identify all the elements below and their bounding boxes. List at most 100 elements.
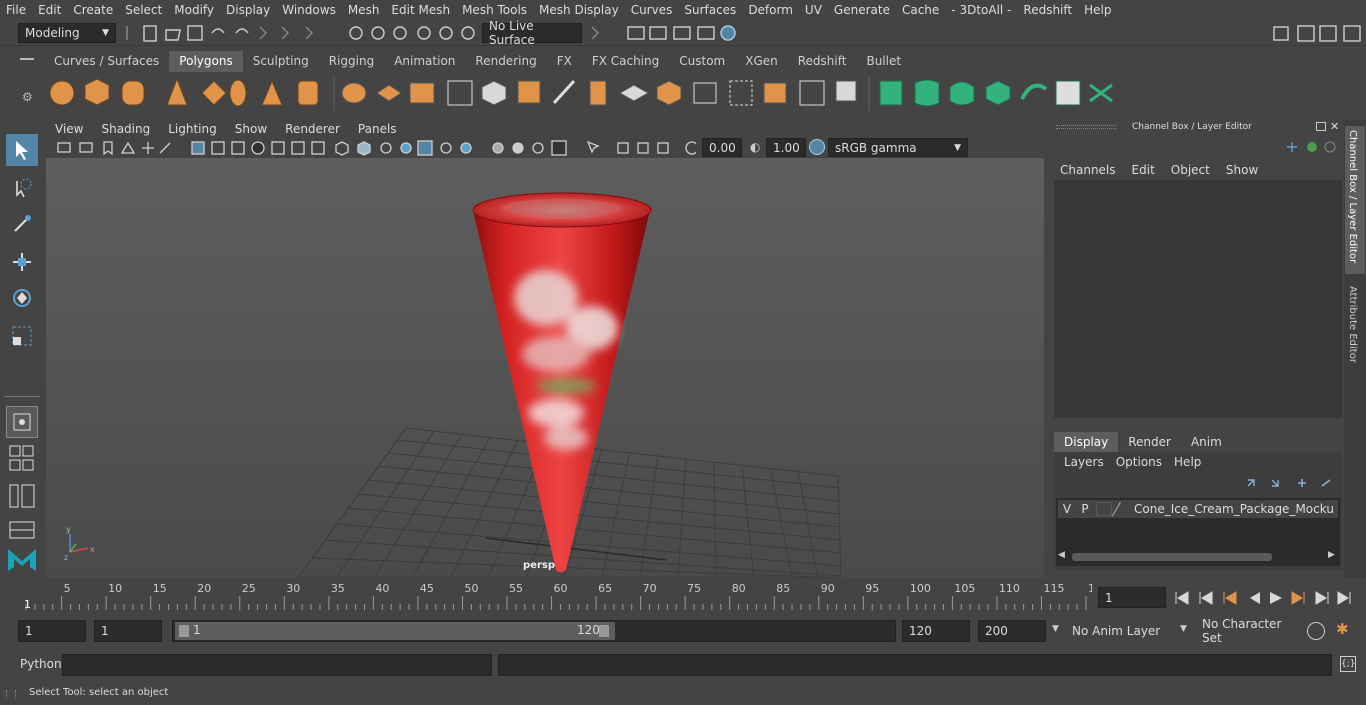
- outliner-layout-button[interactable]: [6, 480, 38, 512]
- rotate-tool-button[interactable]: [6, 282, 38, 314]
- step-back-frame-icon[interactable]: [1199, 591, 1213, 605]
- play-forwards-icon[interactable]: [1270, 592, 1282, 604]
- uv-editor-icon[interactable]: [1089, 83, 1113, 103]
- channelbox-object-menu[interactable]: Object: [1163, 163, 1218, 177]
- poly-pyramid-icon[interactable]: [261, 79, 283, 106]
- layer-display-type-toggle[interactable]: [1096, 502, 1112, 516]
- go-to-end-icon[interactable]: [1337, 591, 1351, 605]
- scroll-right-icon[interactable]: ▶: [1328, 550, 1335, 560]
- character-set-dropdown[interactable]: No Character Set: [1196, 617, 1300, 645]
- tab-rendering[interactable]: Rendering: [465, 51, 546, 72]
- close-icon[interactable]: ✕: [1330, 120, 1339, 133]
- scene-end-field[interactable]: 200: [978, 620, 1046, 642]
- poly-plane-icon[interactable]: [201, 80, 227, 106]
- tab-polygons[interactable]: Polygons: [169, 51, 243, 72]
- layer-help-menu[interactable]: Help: [1168, 455, 1207, 469]
- channelbox-content[interactable]: [1054, 180, 1342, 418]
- poly-cube-icon[interactable]: [84, 78, 110, 106]
- range-slider[interactable]: 1 120: [172, 620, 896, 642]
- tab-animation[interactable]: Animation: [384, 51, 465, 72]
- tab-display[interactable]: Display: [1054, 432, 1119, 452]
- menu-surfaces[interactable]: Surfaces: [678, 3, 742, 17]
- menu-3dtoall[interactable]: - 3DtoAll -: [945, 3, 1017, 17]
- uv-automatic-icon[interactable]: [985, 80, 1011, 106]
- menu-windows[interactable]: Windows: [276, 3, 342, 17]
- tab-sculpting[interactable]: Sculpting: [243, 51, 319, 72]
- combine-icon[interactable]: [341, 82, 367, 104]
- tab-bullet[interactable]: Bullet: [856, 51, 911, 72]
- command-language-label[interactable]: Python: [20, 657, 62, 671]
- viewport-menu-panels[interactable]: Panels: [349, 122, 406, 136]
- layer-scrollbar[interactable]: ▶ ◀: [1058, 550, 1336, 562]
- range-end-grip[interactable]: [599, 625, 609, 637]
- shelf-menu-icon[interactable]: [20, 58, 34, 60]
- viewport-menu-view[interactable]: View: [46, 122, 92, 136]
- append-polygon-icon[interactable]: [763, 82, 787, 104]
- merge-icon[interactable]: [835, 80, 857, 102]
- layer-options-menu[interactable]: Options: [1110, 455, 1168, 469]
- viewport-menu-shading[interactable]: Shading: [92, 122, 159, 136]
- menu-mesh[interactable]: Mesh: [342, 3, 386, 17]
- range-start-grip[interactable]: [179, 625, 189, 637]
- layer-scroll-thumb[interactable]: [1072, 553, 1272, 561]
- bevel-icon[interactable]: [656, 80, 682, 106]
- mode-dropdown[interactable]: Modeling ▼: [18, 23, 116, 43]
- menu-modify[interactable]: Modify: [168, 3, 220, 17]
- uv-unfold-icon[interactable]: [1020, 83, 1048, 100]
- menu-cache[interactable]: Cache: [896, 3, 945, 17]
- viewport-menu-show[interactable]: Show: [226, 122, 276, 136]
- tab-custom[interactable]: Custom: [669, 51, 735, 72]
- insert-edge-loop-icon[interactable]: [693, 82, 717, 104]
- go-to-start-icon[interactable]: [1175, 591, 1189, 605]
- shelf-settings-gear-icon[interactable]: ⚙: [22, 90, 33, 104]
- playback-start-field[interactable]: 1: [94, 620, 162, 642]
- channels-menu[interactable]: Channels: [1050, 163, 1124, 177]
- viewport-menu-lighting[interactable]: Lighting: [159, 122, 226, 136]
- menu-help[interactable]: Help: [1078, 3, 1117, 17]
- chevron-down-icon[interactable]: ▼: [1052, 624, 1059, 634]
- menu-file[interactable]: File: [0, 3, 32, 17]
- step-forward-key-icon[interactable]: [1291, 591, 1305, 605]
- menu-create[interactable]: Create: [67, 3, 119, 17]
- layer-row[interactable]: V P Cone_Ice_Cream_Package_Mockup_Stra: [1058, 500, 1338, 518]
- current-frame-marker[interactable]: 1: [24, 598, 31, 611]
- multi-cut-icon[interactable]: [552, 79, 576, 105]
- play-backwards-icon[interactable]: [1250, 592, 1260, 604]
- menu-select[interactable]: Select: [119, 3, 168, 17]
- lasso-tool-button[interactable]: [6, 172, 38, 204]
- menu-curves[interactable]: Curves: [625, 3, 679, 17]
- menu-edit[interactable]: Edit: [32, 3, 67, 17]
- smooth-icon[interactable]: [409, 82, 435, 104]
- panel-grip-icon[interactable]: [1056, 125, 1116, 129]
- uv-cylindrical-icon[interactable]: [914, 79, 940, 107]
- menu-mesh-tools[interactable]: Mesh Tools: [456, 3, 533, 17]
- animation-preferences-icon[interactable]: ✱: [1336, 620, 1349, 638]
- side-tab-channel-box[interactable]: Channel Box / Layer Editor: [1345, 126, 1365, 274]
- fill-hole-icon[interactable]: [799, 80, 825, 106]
- channelbox-show-menu[interactable]: Show: [1218, 163, 1266, 177]
- side-tab-attribute-editor[interactable]: Attribute Editor: [1345, 280, 1365, 380]
- live-surface-field[interactable]: No Live Surface: [482, 19, 582, 47]
- menu-mesh-display[interactable]: Mesh Display: [533, 3, 625, 17]
- tab-rigging[interactable]: Rigging: [319, 51, 384, 72]
- gamma-field[interactable]: 1.00: [766, 138, 806, 157]
- tab-render[interactable]: Render: [1118, 432, 1181, 452]
- uv-spherical-icon[interactable]: [949, 81, 975, 106]
- select-tool-button[interactable]: [6, 134, 38, 166]
- script-editor-icon[interactable]: {;}: [1340, 656, 1356, 672]
- step-back-key-icon[interactable]: [1223, 591, 1237, 605]
- extrude-icon[interactable]: [589, 80, 607, 106]
- range-slider-handle[interactable]: 1 120: [175, 622, 615, 640]
- layer-visibility-toggle[interactable]: V: [1058, 502, 1076, 516]
- reduce-icon[interactable]: [481, 80, 507, 106]
- exposure-field[interactable]: 0.00: [702, 138, 742, 157]
- viewport-menu-renderer[interactable]: Renderer: [276, 122, 349, 136]
- command-input[interactable]: [62, 654, 492, 676]
- current-frame-field[interactable]: 1: [1098, 587, 1166, 608]
- poly-cone-icon[interactable]: [166, 77, 188, 106]
- boolean-icon[interactable]: [447, 80, 473, 106]
- layer-name[interactable]: Cone_Ice_Cream_Package_Mockup_Stra: [1134, 502, 1334, 516]
- chevron-down-icon[interactable]: ▼: [1180, 624, 1187, 634]
- menu-deform[interactable]: Deform: [742, 3, 799, 17]
- layer-color-swatch[interactable]: [1111, 502, 1135, 516]
